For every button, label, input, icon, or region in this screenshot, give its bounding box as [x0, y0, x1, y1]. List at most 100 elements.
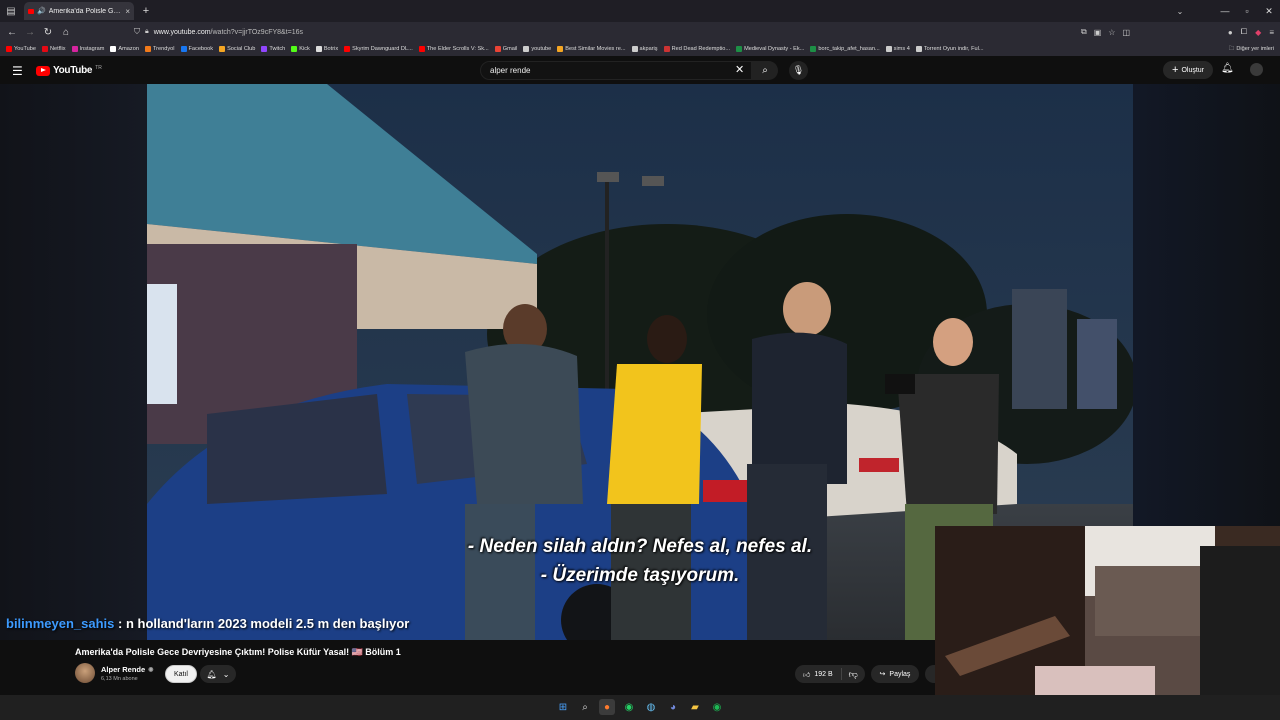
bookmark-label: Kick — [299, 46, 310, 52]
tab-list-icon[interactable]: ▤ — [0, 0, 22, 22]
voice-search-button[interactable]: 🎙︎ — [789, 61, 808, 80]
user-avatar[interactable] — [1250, 63, 1263, 76]
bookmark-label: akpariş — [639, 46, 658, 52]
subscription-bell-button[interactable]: 🔔︎ ⌄ — [200, 665, 236, 683]
new-tab-button[interactable]: + — [138, 5, 154, 17]
bookmark-label: Botrix — [323, 46, 339, 52]
bookmark-item[interactable]: YouTube — [6, 46, 36, 52]
create-button[interactable]: + Oluştur — [1163, 61, 1213, 79]
bookmark-item[interactable]: Amazon — [110, 46, 139, 52]
bookmark-item[interactable]: Botrix — [315, 46, 339, 52]
bookmark-favicon-icon — [915, 46, 922, 52]
bookmark-label: Social Club — [227, 46, 256, 52]
minimize-button[interactable]: — — [1214, 0, 1236, 22]
bookmark-label: The Elder Scrolls V: Sk... — [426, 46, 489, 52]
channel-name-row[interactable]: Alper Rende ◉ — [101, 665, 153, 674]
address-bar[interactable]: ⛉ 🔒︎ www.youtube.com/watch?v=jjrTOz9cFY8… — [134, 24, 1134, 40]
more-actions-button[interactable] — [925, 665, 935, 683]
bookmark-favicon-icon — [494, 46, 501, 52]
reload-icon[interactable]: ↻ — [39, 22, 57, 42]
ambient-left — [0, 84, 147, 640]
whatsapp-icon[interactable]: ◉ — [621, 699, 637, 715]
bookmark-item[interactable]: Torrent Oyun indir, Ful... — [915, 46, 984, 52]
share-button[interactable]: ↪ Paylaş — [871, 665, 919, 683]
lock-icon[interactable]: 🔒︎ — [145, 28, 149, 36]
bookmark-item[interactable]: Red Dead Redemptio... — [663, 46, 731, 52]
bookmark-label: Best Similar Movies re... — [565, 46, 626, 52]
home-icon[interactable]: ⌂ — [57, 22, 75, 42]
close-tab-icon[interactable]: × — [125, 7, 130, 16]
youtube-logo[interactable]: YouTube TR — [36, 65, 102, 76]
hamburger-menu-icon[interactable]: ☰ — [12, 64, 23, 78]
plus-icon: + — [1172, 64, 1179, 76]
thumbs-up-icon: 👍︎ — [803, 671, 811, 679]
youtube-favicon-icon — [28, 8, 34, 14]
bookmark-item[interactable]: sims 4 — [885, 46, 910, 52]
bookmark-favicon-icon — [144, 46, 151, 52]
search-icon: ⌕ — [762, 65, 768, 76]
bookmark-item[interactable]: Gmail — [494, 46, 517, 52]
bookmark-item[interactable]: akpariş — [631, 46, 658, 52]
join-button[interactable]: Katıl — [165, 665, 197, 683]
bookmark-item[interactable]: borc_takip_afet_hasan... — [810, 46, 880, 52]
subscriber-count: 6,13 Mn abone — [101, 676, 138, 682]
star-icon[interactable]: ☆ — [1108, 28, 1115, 37]
extensions-icon[interactable]: ⧠ — [1241, 27, 1247, 37]
bookmark-item[interactable]: Kick — [291, 46, 310, 52]
create-label: Oluştur — [1181, 66, 1204, 74]
bookmark-item[interactable]: youtube — [523, 46, 551, 52]
steam-icon[interactable]: ◍ — [643, 699, 659, 715]
bookmark-item[interactable]: Instagram — [71, 46, 105, 52]
browser-navigation-bar: ← → ↻ ⌂ ⛉ 🔒︎ www.youtube.com/watch?v=jjr… — [0, 22, 1280, 42]
restore-button[interactable]: ▫ — [1236, 0, 1258, 22]
discord-icon[interactable]: ◕ — [665, 699, 681, 715]
notifications-bell-icon[interactable]: 🔔︎ — [1221, 63, 1234, 74]
search-input[interactable]: alper rende — [480, 61, 752, 80]
picture-in-picture-icon[interactable]: ⧉ — [1081, 27, 1087, 37]
clear-search-icon[interactable]: ✕ — [735, 63, 744, 76]
like-count: 192 B — [814, 670, 833, 678]
bookmark-item[interactable]: Netflix — [41, 46, 66, 52]
channel-name[interactable]: Alper Rende — [101, 665, 145, 674]
spotify-icon[interactable]: ◉ — [709, 699, 725, 715]
bookmark-item[interactable]: Twitch — [261, 46, 285, 52]
menu-icon[interactable]: ≡ — [1269, 28, 1274, 37]
file-explorer-icon[interactable]: ▰ — [687, 699, 703, 715]
like-button[interactable]: 👍︎ 192 B — [795, 668, 842, 680]
bookmark-item[interactable]: Medieval Dynasty - Ek... — [736, 46, 804, 52]
screenshot-icon[interactable]: ◫ — [1122, 28, 1130, 37]
channel-avatar[interactable] — [75, 663, 95, 683]
account-icon[interactable]: ● — [1228, 28, 1233, 37]
bookmark-item[interactable]: Best Similar Movies re... — [557, 46, 626, 52]
back-icon[interactable]: ← — [3, 22, 21, 42]
reader-view-icon[interactable]: ▣ — [1094, 28, 1102, 37]
chevron-down-icon[interactable]: ⌄ — [1172, 0, 1188, 22]
bookmark-label: Twitch — [269, 46, 286, 52]
windows-start-icon[interactable]: ⊞ — [555, 699, 571, 715]
bookmark-item[interactable]: Skyrim Dawnguard DL... — [344, 46, 413, 52]
bookmark-favicon-icon — [110, 46, 117, 52]
bookmark-item[interactable]: The Elder Scrolls V: Sk... — [418, 46, 489, 52]
share-icon: ↪ — [879, 671, 886, 678]
bookmark-item[interactable]: Social Club — [219, 46, 255, 52]
bookmark-label: Instagram — [79, 46, 105, 52]
bookmark-label: Medieval Dynasty - Ek... — [744, 46, 805, 52]
bell-icon: 🔔︎ — [206, 669, 217, 679]
firefox-icon[interactable]: ● — [599, 699, 615, 715]
bookmark-item[interactable]: Facebook — [180, 46, 214, 52]
speaker-icon[interactable]: 🔊 — [37, 7, 46, 15]
forward-icon[interactable]: → — [21, 22, 39, 42]
shield-icon[interactable]: ⛉ — [134, 27, 140, 37]
active-tab[interactable]: 🔊 Amerika'da Polisle Gece Devriyesine Çı… — [24, 2, 134, 20]
thumbs-down-icon: 👎︎ — [848, 668, 858, 679]
search-icon[interactable]: ⌕ — [577, 699, 593, 715]
addon-icon[interactable]: ◆ — [1255, 28, 1261, 37]
dislike-button[interactable]: 👎︎ — [842, 669, 865, 680]
search-button[interactable]: ⌕ — [752, 61, 778, 80]
other-bookmarks[interactable]: 🗀 Diğer yer imleri — [1228, 42, 1274, 56]
bookmark-item[interactable]: Trendyol — [144, 46, 175, 52]
bookmark-label: Red Dead Redemptio... — [671, 46, 731, 52]
bookmark-favicon-icon — [663, 46, 670, 52]
bookmark-label: Facebook — [188, 46, 214, 52]
close-window-button[interactable]: ✕ — [1258, 0, 1280, 22]
